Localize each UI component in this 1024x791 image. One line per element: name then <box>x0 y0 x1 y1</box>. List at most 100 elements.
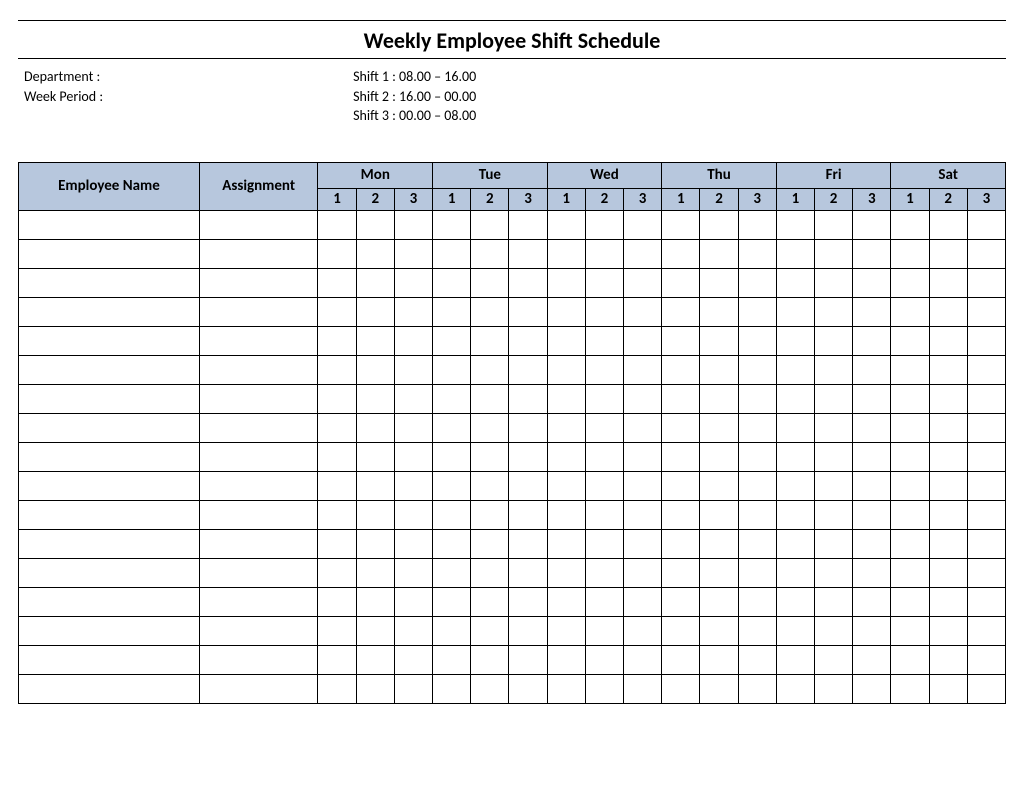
cell-shift[interactable] <box>814 529 852 558</box>
cell-shift[interactable] <box>738 355 776 384</box>
cell-shift[interactable] <box>891 558 929 587</box>
cell-shift[interactable] <box>394 616 432 645</box>
cell-shift[interactable] <box>929 645 967 674</box>
cell-shift[interactable] <box>394 384 432 413</box>
cell-shift[interactable] <box>738 210 776 239</box>
cell-shift[interactable] <box>624 500 662 529</box>
cell-shift[interactable] <box>814 471 852 500</box>
cell-shift[interactable] <box>967 239 1005 268</box>
cell-shift[interactable] <box>624 587 662 616</box>
cell-shift[interactable] <box>700 326 738 355</box>
cell-shift[interactable] <box>394 674 432 703</box>
cell-shift[interactable] <box>394 297 432 326</box>
cell-shift[interactable] <box>929 355 967 384</box>
cell-shift[interactable] <box>700 645 738 674</box>
cell-shift[interactable] <box>662 268 700 297</box>
cell-assignment[interactable] <box>199 674 318 703</box>
cell-shift[interactable] <box>776 297 814 326</box>
cell-shift[interactable] <box>318 268 356 297</box>
cell-shift[interactable] <box>967 326 1005 355</box>
cell-shift[interactable] <box>471 558 509 587</box>
cell-shift[interactable] <box>891 529 929 558</box>
cell-shift[interactable] <box>624 413 662 442</box>
cell-shift[interactable] <box>891 355 929 384</box>
cell-shift[interactable] <box>929 674 967 703</box>
cell-shift[interactable] <box>318 384 356 413</box>
cell-shift[interactable] <box>776 355 814 384</box>
cell-shift[interactable] <box>891 210 929 239</box>
cell-shift[interactable] <box>585 616 623 645</box>
cell-shift[interactable] <box>433 587 471 616</box>
cell-shift[interactable] <box>547 529 585 558</box>
cell-shift[interactable] <box>814 645 852 674</box>
cell-shift[interactable] <box>967 616 1005 645</box>
cell-shift[interactable] <box>929 326 967 355</box>
cell-employee[interactable] <box>19 558 200 587</box>
cell-shift[interactable] <box>929 413 967 442</box>
cell-shift[interactable] <box>967 674 1005 703</box>
cell-shift[interactable] <box>814 616 852 645</box>
cell-shift[interactable] <box>356 297 394 326</box>
cell-shift[interactable] <box>967 355 1005 384</box>
cell-shift[interactable] <box>662 587 700 616</box>
cell-shift[interactable] <box>509 355 547 384</box>
cell-employee[interactable] <box>19 297 200 326</box>
cell-shift[interactable] <box>624 297 662 326</box>
cell-employee[interactable] <box>19 471 200 500</box>
cell-shift[interactable] <box>738 645 776 674</box>
cell-assignment[interactable] <box>199 529 318 558</box>
cell-shift[interactable] <box>662 239 700 268</box>
cell-shift[interactable] <box>318 471 356 500</box>
cell-assignment[interactable] <box>199 268 318 297</box>
cell-employee[interactable] <box>19 268 200 297</box>
cell-employee[interactable] <box>19 529 200 558</box>
cell-shift[interactable] <box>967 529 1005 558</box>
cell-shift[interactable] <box>814 210 852 239</box>
cell-shift[interactable] <box>624 674 662 703</box>
cell-shift[interactable] <box>776 413 814 442</box>
cell-shift[interactable] <box>356 413 394 442</box>
cell-shift[interactable] <box>662 616 700 645</box>
cell-assignment[interactable] <box>199 616 318 645</box>
cell-shift[interactable] <box>814 297 852 326</box>
cell-employee[interactable] <box>19 616 200 645</box>
cell-shift[interactable] <box>433 355 471 384</box>
cell-shift[interactable] <box>700 413 738 442</box>
cell-shift[interactable] <box>738 587 776 616</box>
cell-shift[interactable] <box>967 471 1005 500</box>
cell-shift[interactable] <box>318 442 356 471</box>
cell-shift[interactable] <box>624 326 662 355</box>
cell-employee[interactable] <box>19 442 200 471</box>
cell-shift[interactable] <box>891 674 929 703</box>
cell-shift[interactable] <box>585 384 623 413</box>
cell-shift[interactable] <box>471 500 509 529</box>
cell-shift[interactable] <box>776 529 814 558</box>
cell-shift[interactable] <box>814 587 852 616</box>
cell-shift[interactable] <box>929 384 967 413</box>
cell-shift[interactable] <box>814 558 852 587</box>
cell-shift[interactable] <box>662 355 700 384</box>
cell-shift[interactable] <box>471 268 509 297</box>
cell-shift[interactable] <box>624 645 662 674</box>
cell-shift[interactable] <box>853 297 891 326</box>
cell-employee[interactable] <box>19 355 200 384</box>
cell-shift[interactable] <box>700 674 738 703</box>
cell-shift[interactable] <box>433 500 471 529</box>
cell-shift[interactable] <box>853 616 891 645</box>
cell-shift[interactable] <box>509 500 547 529</box>
cell-shift[interactable] <box>700 616 738 645</box>
cell-shift[interactable] <box>814 239 852 268</box>
cell-shift[interactable] <box>814 413 852 442</box>
cell-shift[interactable] <box>700 384 738 413</box>
cell-shift[interactable] <box>394 355 432 384</box>
cell-shift[interactable] <box>891 616 929 645</box>
cell-shift[interactable] <box>394 558 432 587</box>
cell-shift[interactable] <box>738 239 776 268</box>
cell-employee[interactable] <box>19 239 200 268</box>
cell-shift[interactable] <box>929 471 967 500</box>
cell-shift[interactable] <box>700 558 738 587</box>
cell-shift[interactable] <box>776 326 814 355</box>
cell-shift[interactable] <box>433 442 471 471</box>
cell-shift[interactable] <box>662 558 700 587</box>
cell-shift[interactable] <box>585 355 623 384</box>
